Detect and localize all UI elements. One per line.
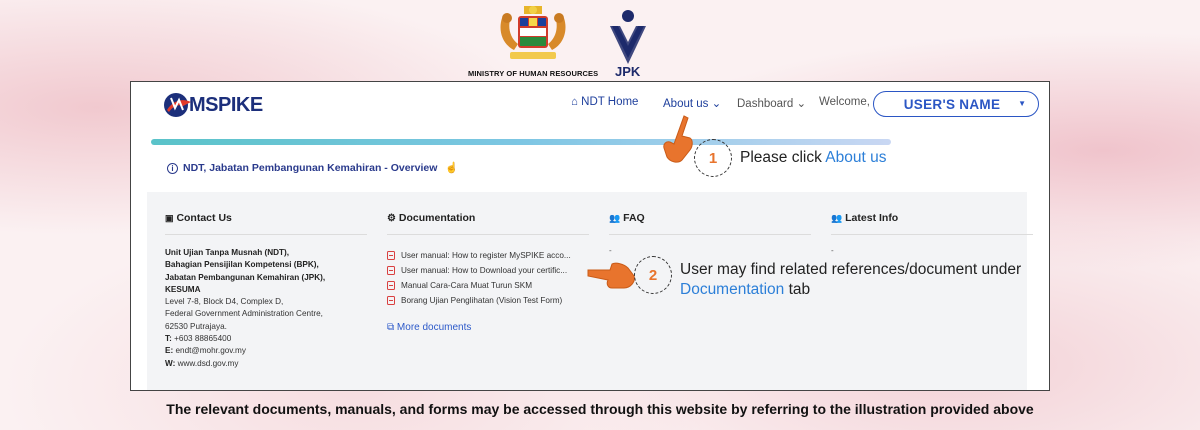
divider [165, 234, 367, 235]
documentation-list: User manual: How to register MySPIKE acc… [387, 248, 571, 308]
hand-pointer-icon: ☝ [445, 162, 459, 174]
step-number: 1 [708, 149, 718, 167]
step-1-marker: 1 [694, 139, 732, 177]
mspike-brand[interactable]: MSPIKE [161, 90, 263, 120]
pdf-icon [387, 251, 395, 260]
phone-label: T: [165, 334, 172, 344]
doc-link[interactable]: User manual: How to register MySPIKE acc… [387, 248, 571, 263]
contact-details: Unit Ujian Tanpa Musnah (NDT), Bahagian … [165, 247, 325, 370]
contact-line: Unit Ujian Tanpa Musnah (NDT), [165, 248, 290, 257]
doc-link-label: User manual: How to register MySPIKE acc… [401, 251, 571, 260]
divider [609, 234, 811, 235]
nav-ndt-home[interactable]: ⌂ NDT Home [571, 96, 638, 108]
documentation-title: Documentation [398, 212, 476, 224]
header-logos: MINISTRY OF HUMAN RESOURCES JPK [460, 4, 760, 80]
card-header: i NDT, Jabatan Pembangunan Kemahiran - Ov… [147, 146, 1027, 192]
chevron-down-icon: ⌄ [711, 98, 722, 110]
doc-link[interactable]: User manual: How to Download your certif… [387, 263, 571, 278]
contact-phone: T: +603 88865400 [165, 333, 325, 345]
latest-info-title: Latest Info [845, 212, 899, 224]
step-2-instruction: User may find related references/documen… [680, 260, 1021, 300]
nav-dashboard-label: Dashboard [737, 98, 794, 110]
footer-caption: The relevant documents, manuals, and for… [166, 401, 1034, 417]
instruction-highlight: Documentation [680, 281, 785, 298]
doc-link-label: User manual: How to Download your certif… [401, 266, 568, 275]
nav-about-label: About us [663, 98, 709, 110]
contact-line: Level 7-8, Block D4, Complex D, [165, 297, 284, 307]
latest-info-heading: 👥 Latest Info [831, 212, 898, 224]
top-nav-bar: MSPIKE ⌂ NDT Home About us ⌄ Dashboard ⌄… [131, 82, 1049, 128]
contact-web: W: www.dsd.gov.my [165, 358, 325, 370]
user-menu-button[interactable]: USER'S NAME ▼ [873, 91, 1039, 117]
doc-link[interactable]: Manual Cara-Cara Muat Turun SKM [387, 278, 571, 293]
gear-icon: ⚙ [387, 213, 396, 224]
external-link-icon: ⧉ [387, 322, 395, 333]
documentation-heading: ⚙ Documentation [387, 212, 475, 224]
contact-email: E: endt@mohr.gov.my [165, 345, 325, 357]
pointing-hand-icon [663, 115, 693, 163]
faq-heading: 👥 FAQ [609, 212, 645, 224]
faq-title: FAQ [623, 212, 645, 224]
email-label: E: [165, 346, 174, 356]
home-icon: ⌂ [571, 96, 578, 108]
jpk-logo [610, 10, 646, 64]
doc-link-label: Manual Cara-Cara Muat Turun SKM [401, 281, 533, 290]
step-number: 2 [648, 266, 658, 284]
nav-home-label: NDT Home [581, 96, 639, 108]
web-label: W: [165, 358, 176, 368]
contact-line: Federal Government Administration Centre… [165, 309, 323, 319]
instruction-text: Please click [740, 149, 826, 166]
step-1-instruction: Please click About us [740, 149, 886, 167]
faq-empty: - [609, 246, 612, 255]
more-documents-link[interactable]: ⧉ More documents [387, 322, 471, 333]
user-name: USER'S NAME [903, 96, 1001, 112]
jpk-label: JPK [615, 64, 641, 79]
contact-line: Bahagian Pensijilan Kompetensi (BPK), [165, 260, 319, 270]
brand-name: MSPIKE [189, 93, 263, 116]
contact-line: KESUMA [165, 284, 201, 294]
latest-info-empty: - [831, 246, 834, 255]
pdf-icon [387, 281, 395, 290]
pointing-hand-icon [587, 262, 635, 289]
users-icon: 👥 [831, 213, 843, 223]
divider [387, 234, 589, 235]
doc-link-label: Borang Ujian Penglihatan (Vision Test Fo… [401, 296, 563, 305]
chevron-down-icon: ▼ [1018, 99, 1026, 108]
ministry-label: MINISTRY OF HUMAN RESOURCES [468, 69, 599, 78]
overview-title[interactable]: i NDT, Jabatan Pembangunan Kemahiran - Ov… [167, 161, 458, 174]
web-value[interactable]: www.dsd.gov.my [178, 359, 239, 368]
users-icon: 👥 [609, 213, 621, 223]
malaysia-coat-of-arms-logo [500, 6, 566, 59]
decorative-band [151, 139, 891, 145]
chevron-down-icon: ⌄ [796, 98, 807, 110]
step-2-marker: 2 [634, 256, 672, 294]
pdf-icon [387, 266, 395, 275]
instruction-text: User may find related references/documen… [680, 261, 1022, 278]
contact-line: Jabatan Pembangunan Kemahiran (JPK), [165, 272, 326, 282]
contact-us-heading: ▣ Contact Us [165, 212, 232, 224]
nav-dashboard[interactable]: Dashboard ⌄ [737, 96, 806, 110]
pdf-icon [387, 296, 395, 305]
doc-link[interactable]: Borang Ujian Penglihatan (Vision Test Fo… [387, 293, 571, 308]
divider [831, 234, 1033, 235]
nav-about-us[interactable]: About us ⌄ [663, 96, 721, 110]
contact-us-title: Contact Us [176, 212, 232, 224]
instruction-text-suffix: tab [784, 281, 811, 298]
info-icon: i [167, 163, 178, 174]
instruction-highlight: About us [825, 149, 887, 166]
phone-value: +603 88865400 [174, 334, 232, 344]
welcome-text: Welcome, [819, 96, 870, 108]
contact-card-icon: ▣ [165, 213, 174, 223]
email-value[interactable]: endt@mohr.gov.my [175, 346, 246, 355]
overview-title-text: NDT, Jabatan Pembangunan Kemahiran - Ove… [183, 162, 438, 174]
more-documents-label: More documents [396, 322, 472, 333]
contact-line: 62530 Putrajaya. [165, 321, 227, 331]
website-screenshot: MSPIKE ⌂ NDT Home About us ⌄ Dashboard ⌄… [130, 81, 1050, 391]
